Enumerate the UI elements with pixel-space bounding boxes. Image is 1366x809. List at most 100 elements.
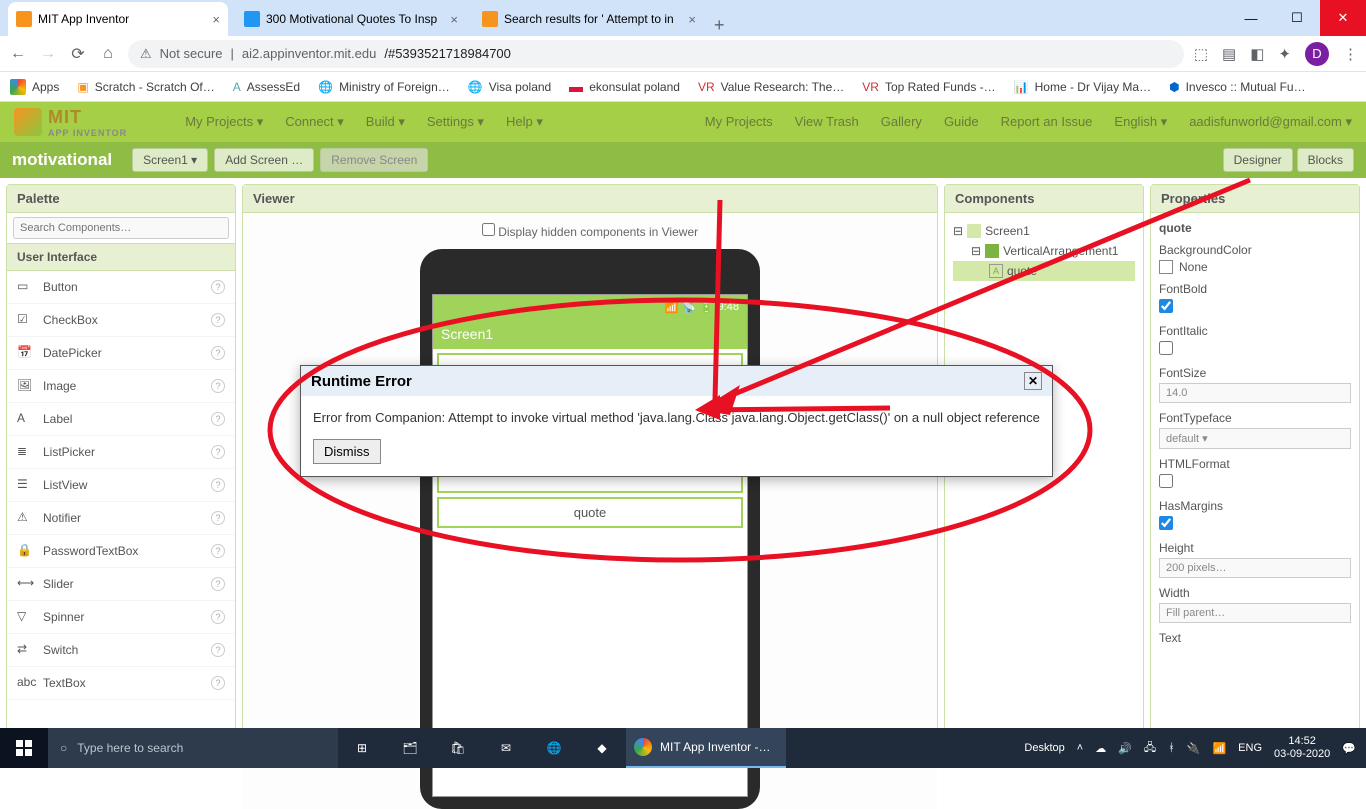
dialog-close-button[interactable]: ✕	[1024, 372, 1042, 390]
reload-icon[interactable]: ⟳	[68, 44, 88, 64]
hidden-components-toggle[interactable]: Display hidden components in Viewer	[482, 223, 698, 239]
color-swatch[interactable]	[1159, 260, 1173, 274]
fontsize-input[interactable]	[1159, 383, 1351, 403]
expand-icon[interactable]: ⊟	[971, 244, 981, 258]
help-icon[interactable]: ?	[211, 346, 225, 360]
show-desktop-label[interactable]: Desktop	[1024, 742, 1064, 754]
bookmark-item[interactable]: AAssessEd	[233, 80, 300, 94]
quote-label-preview[interactable]: quote	[437, 497, 743, 528]
close-icon[interactable]: ×	[450, 12, 458, 27]
fontbold-checkbox[interactable]	[1159, 299, 1173, 313]
help-icon[interactable]: ?	[211, 610, 225, 624]
palette-item-label[interactable]: ALabel?	[7, 403, 235, 436]
designer-button[interactable]: Designer	[1223, 148, 1293, 172]
palette-item-notifier[interactable]: ⚠Notifier?	[7, 502, 235, 535]
tree-item-screen1[interactable]: ⊟ Screen1	[953, 221, 1135, 241]
menu-my-projects[interactable]: My Projects ▾	[185, 114, 263, 130]
bookmark-item[interactable]: ▣Scratch - Scratch Of…	[77, 80, 214, 94]
palette-item-switch[interactable]: ⇄Switch?	[7, 634, 235, 667]
help-icon[interactable]: ?	[211, 478, 225, 492]
htmlformat-checkbox[interactable]	[1159, 474, 1173, 488]
profile-avatar[interactable]: D	[1305, 42, 1329, 66]
tree-item-arrangement[interactable]: ⊟ VerticalArrangement1	[953, 241, 1135, 261]
help-icon[interactable]: ?	[211, 643, 225, 657]
link-report-issue[interactable]: Report an Issue	[1001, 114, 1093, 130]
palette-item-datepicker[interactable]: 📅DatePicker?	[7, 337, 235, 370]
browser-tab[interactable]: 300 Motivational Quotes To Insp ×	[236, 2, 466, 36]
add-screen-button[interactable]: Add Screen …	[214, 148, 314, 172]
bookmark-item[interactable]: VRTop Rated Funds -…	[862, 80, 995, 94]
palette-item-button[interactable]: ▭Button?	[7, 271, 235, 304]
palette-item-textbox[interactable]: abcTextBox?	[7, 667, 235, 700]
menu-icon[interactable]: ⋮	[1343, 45, 1358, 63]
palette-item-image[interactable]: 🖼Image?	[7, 370, 235, 403]
link-view-trash[interactable]: View Trash	[795, 114, 859, 130]
palette-item-spinner[interactable]: ▽Spinner?	[7, 601, 235, 634]
extensions-menu-icon[interactable]: ✦	[1278, 45, 1291, 63]
apps-button[interactable]: Apps	[10, 79, 59, 95]
help-icon[interactable]: ?	[211, 445, 225, 459]
menu-connect[interactable]: Connect ▾	[285, 114, 344, 130]
notifications-icon[interactable]: 💬	[1342, 742, 1356, 755]
help-icon[interactable]: ?	[211, 544, 225, 558]
hasmargins-checkbox[interactable]	[1159, 516, 1173, 530]
help-icon[interactable]: ?	[211, 511, 225, 525]
hidden-components-checkbox[interactable]	[482, 223, 495, 236]
extension-icon[interactable]: ◧	[1250, 45, 1264, 63]
account-email[interactable]: aadisfunworld@gmail.com ▾	[1189, 114, 1352, 130]
help-icon[interactable]: ?	[211, 313, 225, 327]
url-field[interactable]: ⚠ Not secure | ai2.appinventor.mit.edu/#…	[128, 40, 1184, 68]
lang-indicator[interactable]: ENG	[1238, 742, 1262, 754]
close-icon[interactable]: ×	[212, 12, 220, 27]
browser-tab-active[interactable]: MIT App Inventor ×	[8, 2, 228, 36]
back-icon[interactable]: ←	[8, 45, 28, 63]
help-icon[interactable]: ?	[211, 280, 225, 294]
height-input[interactable]	[1159, 558, 1351, 578]
explorer-icon[interactable]: 🗂	[386, 728, 434, 768]
app-icon[interactable]: ◆	[578, 728, 626, 768]
taskbar-search[interactable]: ○Type here to search	[48, 728, 338, 768]
edge-icon[interactable]: 🌐	[530, 728, 578, 768]
menu-settings[interactable]: Settings ▾	[427, 114, 484, 130]
minimize-button[interactable]: ―	[1228, 0, 1274, 36]
store-icon[interactable]: 🛍	[434, 728, 482, 768]
maximize-button[interactable]: ☐	[1274, 0, 1320, 36]
bluetooth-icon[interactable]: ᚼ	[1168, 742, 1175, 754]
bookmark-item[interactable]: 📊Home - Dr Vijay Ma…	[1014, 80, 1151, 94]
brand-logo[interactable]: MITAPP INVENTOR	[14, 107, 127, 138]
palette-item-checkbox[interactable]: ☑CheckBox?	[7, 304, 235, 337]
palette-item-listview[interactable]: ☰ListView?	[7, 469, 235, 502]
search-input[interactable]	[13, 217, 229, 239]
palette-item-listpicker[interactable]: ≣ListPicker?	[7, 436, 235, 469]
volume-icon[interactable]: 🔊	[1118, 742, 1132, 755]
task-view-icon[interactable]: ⊞	[338, 728, 386, 768]
browser-tab[interactable]: Search results for ' Attempt to in ×	[474, 2, 704, 36]
palette-category[interactable]: User Interface	[7, 243, 235, 271]
menu-help[interactable]: Help ▾	[506, 114, 543, 130]
home-icon[interactable]: ⌂	[98, 45, 118, 63]
clock[interactable]: 14:5203-09-2020	[1274, 735, 1330, 761]
palette-item-passwordtextbox[interactable]: 🔒PasswordTextBox?	[7, 535, 235, 568]
taskbar-app-chrome[interactable]: MIT App Inventor -…	[626, 728, 786, 768]
blocks-button[interactable]: Blocks	[1297, 148, 1354, 172]
link-gallery[interactable]: Gallery	[881, 114, 922, 130]
network-icon[interactable]: 🖧	[1144, 739, 1156, 758]
bookmark-item[interactable]: ⬢Invesco :: Mutual Fu…	[1169, 80, 1306, 94]
help-icon[interactable]: ?	[211, 577, 225, 591]
bookmark-item[interactable]: 🌐Visa poland	[468, 80, 551, 94]
extension-icon[interactable]: ▤	[1222, 45, 1236, 63]
expand-icon[interactable]: ⊟	[953, 224, 963, 238]
battery-icon[interactable]: 🔌	[1187, 742, 1201, 755]
bookmark-item[interactable]: ekonsulat poland	[569, 80, 680, 94]
help-icon[interactable]: ?	[211, 412, 225, 426]
help-icon[interactable]: ?	[211, 379, 225, 393]
fontitalic-checkbox[interactable]	[1159, 341, 1173, 355]
link-my-projects[interactable]: My Projects	[705, 114, 773, 130]
tree-item-quote[interactable]: A quote	[953, 261, 1135, 281]
onedrive-icon[interactable]: ☁	[1095, 742, 1106, 755]
palette-item-slider[interactable]: ⟷Slider?	[7, 568, 235, 601]
tray-chevron-icon[interactable]: ˄	[1077, 742, 1083, 754]
remove-screen-button[interactable]: Remove Screen	[320, 148, 428, 172]
new-tab-button[interactable]: +	[704, 15, 735, 36]
dismiss-button[interactable]: Dismiss	[313, 439, 381, 464]
